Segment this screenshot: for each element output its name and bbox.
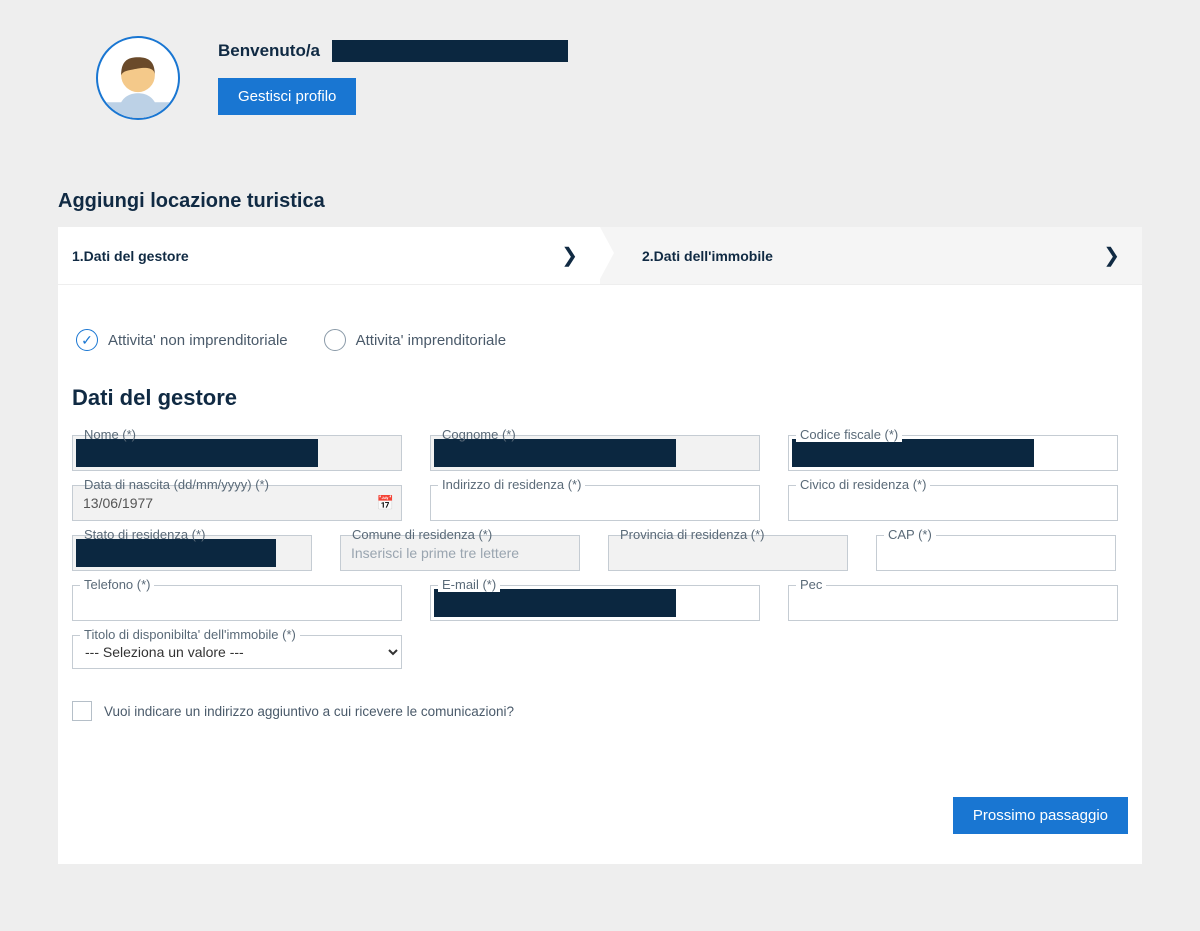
label-data-nascita: Data di nascita (dd/mm/yyyy) (*)	[80, 477, 273, 492]
username-redacted	[332, 40, 568, 62]
radio-checked-icon: ✓	[76, 329, 98, 351]
form-section-title: Dati del gestore	[72, 385, 1128, 411]
page-title: Aggiungi locazione turistica	[0, 120, 1200, 227]
field-provincia-residenza: Provincia di residenza (*)	[608, 535, 848, 571]
checkbox-unchecked-icon	[72, 701, 92, 721]
label-indirizzo-residenza: Indirizzo di residenza (*)	[438, 477, 585, 492]
indirizzo-aggiuntivo-label: Vuoi indicare un indirizzo aggiuntivo a …	[104, 704, 514, 719]
avatar	[96, 36, 180, 120]
label-civico-residenza: Civico di residenza (*)	[796, 477, 930, 492]
radio-non-imprenditoriale-label: Attivita' non imprenditoriale	[108, 332, 288, 349]
label-nome: Nome (*)	[80, 427, 140, 442]
wizard-card: 1.Dati del gestore ❯ 2.Dati dell'immobil…	[58, 227, 1142, 864]
chevron-right-icon: ❯	[1103, 243, 1120, 268]
next-step-button[interactable]: Prossimo passaggio	[953, 797, 1128, 834]
wizard-step-1-label: 1.Dati del gestore	[72, 248, 189, 264]
label-codice-fiscale: Codice fiscale (*)	[796, 427, 902, 442]
avatar-icon	[102, 46, 174, 118]
field-cap: CAP (*)	[876, 535, 1116, 571]
welcome-line: Benvenuto/a	[218, 40, 568, 62]
radio-imprenditoriale-label: Attivita' imprenditoriale	[356, 332, 506, 349]
field-titolo-disponibilita: Titolo di disponibilta' dell'immobile (*…	[72, 635, 402, 669]
label-stato-residenza: Stato di residenza (*)	[80, 527, 209, 542]
field-civico-residenza: Civico di residenza (*)	[788, 485, 1118, 521]
wizard-step-2[interactable]: 2.Dati dell'immobile ❯	[600, 227, 1142, 284]
field-data-nascita: Data di nascita (dd/mm/yyyy) (*) 📅	[72, 485, 402, 521]
radio-unchecked-icon	[324, 329, 346, 351]
field-cognome: Cognome (*)	[430, 435, 760, 471]
label-provincia-residenza: Provincia di residenza (*)	[616, 527, 769, 542]
label-pec: Pec	[796, 577, 826, 592]
label-cap: CAP (*)	[884, 527, 936, 542]
field-email: E-mail (*)	[430, 585, 760, 621]
field-stato-residenza: Stato di residenza (*)	[72, 535, 312, 571]
calendar-icon[interactable]: 📅	[377, 495, 394, 512]
label-email: E-mail (*)	[438, 577, 500, 592]
pec-input[interactable]	[788, 585, 1118, 621]
wizard-tabs: 1.Dati del gestore ❯ 2.Dati dell'immobil…	[58, 227, 1142, 285]
radio-non-imprenditoriale[interactable]: ✓ Attivita' non imprenditoriale	[76, 329, 288, 351]
radio-imprenditoriale[interactable]: Attivita' imprenditoriale	[324, 329, 506, 351]
welcome-label: Benvenuto/a	[218, 41, 320, 61]
label-telefono: Telefono (*)	[80, 577, 154, 592]
field-pec: Pec	[788, 585, 1118, 621]
indirizzo-aggiuntivo-checkbox[interactable]: Vuoi indicare un indirizzo aggiuntivo a …	[72, 701, 1128, 721]
label-titolo-disponibilita: Titolo di disponibilta' dell'immobile (*…	[80, 627, 300, 642]
field-comune-residenza: Comune di residenza (*)	[340, 535, 580, 571]
activity-type-group: ✓ Attivita' non imprenditoriale Attivita…	[72, 329, 1128, 351]
wizard-step-2-label: 2.Dati dell'immobile	[614, 248, 773, 264]
chevron-right-icon: ❯	[561, 243, 578, 268]
field-codice-fiscale: Codice fiscale (*)	[788, 435, 1118, 471]
wizard-step-1[interactable]: 1.Dati del gestore ❯	[58, 227, 600, 284]
label-comune-residenza: Comune di residenza (*)	[348, 527, 496, 542]
field-nome: Nome (*)	[72, 435, 402, 471]
manage-profile-button[interactable]: Gestisci profilo	[218, 78, 356, 115]
label-cognome: Cognome (*)	[438, 427, 520, 442]
field-indirizzo-residenza: Indirizzo di residenza (*)	[430, 485, 760, 521]
field-telefono: Telefono (*)	[72, 585, 402, 621]
